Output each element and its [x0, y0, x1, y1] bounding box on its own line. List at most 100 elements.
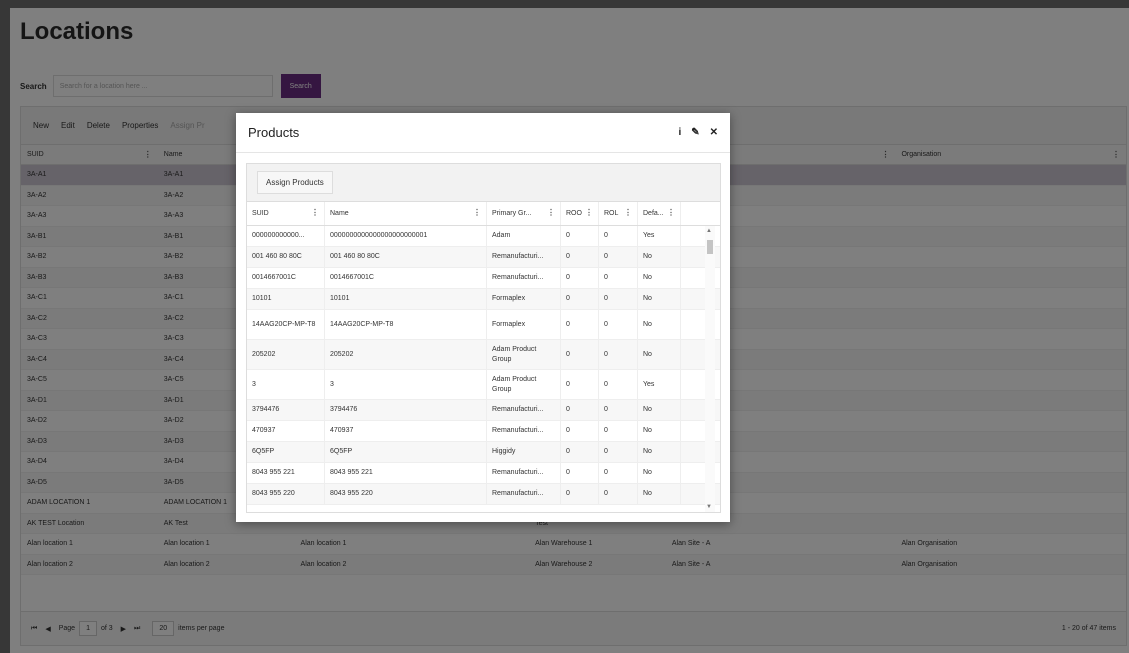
table-cell: 0	[599, 370, 638, 399]
table-cell: Remanufacturi...	[487, 268, 561, 288]
column-header-suid[interactable]: SUID⋮	[247, 202, 325, 225]
table-cell: 0	[599, 226, 638, 246]
table-cell: 3794476	[247, 400, 325, 420]
table-row[interactable]: 3 3 Adam Product Group 0 0 Yes	[247, 370, 720, 400]
table-row[interactable]: 14AAG20CP-MP-T8 14AAG20CP-MP-T8 Formaplex 0…	[247, 310, 720, 340]
assign-products-button[interactable]: Assign Products	[257, 171, 333, 194]
scroll-down-icon[interactable]: ▼	[706, 504, 712, 510]
table-cell: 0	[561, 289, 599, 309]
table-cell: 0	[561, 310, 599, 339]
table-cell: 470937	[247, 421, 325, 441]
column-header-primary-group[interactable]: Primary Gr... ⋮	[487, 202, 561, 225]
info-icon[interactable]: i	[678, 127, 681, 138]
column-header-rol[interactable]: ROL ⋮	[599, 202, 638, 225]
scroll-up-icon[interactable]: ▲	[706, 228, 712, 234]
table-cell: 0	[599, 400, 638, 420]
table-cell: 0014667001C	[247, 268, 325, 288]
table-cell: 8043 955 220	[325, 484, 487, 504]
table-cell: 0	[561, 370, 599, 399]
table-cell: 0	[561, 340, 599, 369]
column-header-roo[interactable]: ROO ⋮	[561, 202, 599, 225]
table-cell: Formaplex	[487, 310, 561, 339]
table-cell: 0	[599, 247, 638, 267]
table-cell: 205202	[325, 340, 487, 369]
column-menu-icon[interactable]: ⋮	[585, 208, 593, 218]
table-cell: 205202	[247, 340, 325, 369]
column-menu-icon[interactable]: ⋮	[667, 208, 675, 218]
table-cell: 0	[599, 442, 638, 462]
table-cell: 0000000000000000000000001	[325, 226, 487, 246]
table-cell: 0	[561, 400, 599, 420]
table-cell: No	[638, 400, 681, 420]
table-cell: 0	[561, 226, 599, 246]
table-cell: 0	[599, 340, 638, 369]
table-cell: 8043 955 221	[247, 463, 325, 483]
table-cell: 0	[599, 289, 638, 309]
table-cell: Remanufacturi...	[487, 247, 561, 267]
table-cell: 0	[599, 484, 638, 504]
table-cell: Remanufacturi...	[487, 400, 561, 420]
table-cell: 0	[561, 442, 599, 462]
close-icon[interactable]: ✕	[710, 127, 718, 138]
table-cell: 6Q5FP	[247, 442, 325, 462]
table-cell: No	[638, 310, 681, 339]
table-cell: No	[638, 268, 681, 288]
table-cell: No	[638, 340, 681, 369]
table-row[interactable]: 001 460 80 80C 001 460 80 80C Remanufactur…	[247, 247, 720, 268]
table-row[interactable]: 8043 955 221 8043 955 221 Remanufacturi...…	[247, 463, 720, 484]
table-row[interactable]: 8043 955 220 8043 955 220 Remanufacturi...…	[247, 484, 720, 505]
table-cell: 0014667001C	[325, 268, 487, 288]
table-cell: Remanufacturi...	[487, 484, 561, 504]
table-cell: 0	[599, 421, 638, 441]
products-scrollbar[interactable]: ▲ ▼	[705, 226, 715, 512]
table-cell: Adam Product Group	[487, 370, 561, 399]
column-menu-icon[interactable]: ⋮	[624, 208, 632, 218]
modal-header: Products i ✎ ✕	[236, 113, 730, 153]
table-cell: 0	[599, 463, 638, 483]
table-cell: 0	[599, 310, 638, 339]
table-cell: Adam Product Group	[487, 340, 561, 369]
column-header-name[interactable]: Name ⋮	[325, 202, 487, 225]
table-row[interactable]: 0014667001C 0014667001C Remanufacturi... 0 0…	[247, 268, 720, 289]
table-cell: Formaplex	[487, 289, 561, 309]
products-toolbar: Assign Products	[247, 164, 720, 202]
table-cell: No	[638, 289, 681, 309]
products-modal: Products i ✎ ✕ Assign Products SUID ⋮ Nam…	[236, 113, 730, 522]
column-header-default[interactable]: Defa... ⋮	[638, 202, 681, 225]
table-cell: 0	[561, 463, 599, 483]
table-cell: 6Q5FP	[325, 442, 487, 462]
table-cell: 8043 955 221	[325, 463, 487, 483]
table-cell: 3	[247, 370, 325, 399]
table-cell: 8043 955 220	[247, 484, 325, 504]
table-row[interactable]: 000000000000... 0000000000000000000000001…	[247, 226, 720, 247]
table-cell: 14AAG20CP-MP-T8	[247, 310, 325, 339]
table-row[interactable]: 3794476 3794476 Remanufacturi... 0 0 No	[247, 400, 720, 421]
column-menu-icon[interactable]: ⋮	[547, 208, 555, 218]
table-row[interactable]: 6Q5FP 6Q5FP Higgidy 0 0 No	[247, 442, 720, 463]
table-cell: Higgidy	[487, 442, 561, 462]
table-cell: 10101	[325, 289, 487, 309]
table-cell: 0	[561, 421, 599, 441]
table-cell: 0	[561, 484, 599, 504]
table-cell: No	[638, 463, 681, 483]
table-row[interactable]: 470937 470937 Remanufacturi... 0 0 No	[247, 421, 720, 442]
table-cell: 470937	[325, 421, 487, 441]
column-menu-icon[interactable]: ⋮	[473, 208, 481, 218]
table-cell: 0	[561, 268, 599, 288]
products-header: SUID ⋮ Name ⋮ Primary Gr... ⋮ ROO ⋮ ROL ⋮ Def…	[247, 202, 720, 226]
table-row[interactable]: 205202 205202 Adam Product Group 0 0 No	[247, 340, 720, 370]
table-cell: 14AAG20CP-MP-T8	[325, 310, 487, 339]
table-cell: 3794476	[325, 400, 487, 420]
pencil-icon[interactable]: ✎	[691, 127, 699, 138]
scrollbar-thumb[interactable]	[707, 240, 713, 254]
table-cell: No	[638, 421, 681, 441]
table-row[interactable]: 10101 10101 Formaplex 0 0 No	[247, 289, 720, 310]
table-cell: 0	[599, 268, 638, 288]
table-cell: 0	[561, 247, 599, 267]
table-cell: Yes	[638, 370, 681, 399]
table-cell: Yes	[638, 226, 681, 246]
products-body: 000000000000... 0000000000000000000000001…	[247, 226, 720, 512]
column-menu-icon[interactable]: ⋮	[311, 208, 319, 218]
table-cell: 3	[325, 370, 487, 399]
table-cell: No	[638, 484, 681, 504]
